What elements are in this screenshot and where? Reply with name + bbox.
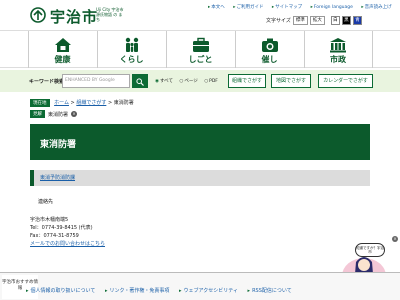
filter-value: 東消防署 <box>48 111 69 118</box>
nav-label-health: 健康 <box>54 55 71 64</box>
nav-label-city-admin: 市政 <box>330 55 346 64</box>
filter-row: 見解 東消防署 × <box>30 110 78 118</box>
nav-item-city-admin[interactable]: 市政 <box>303 31 373 68</box>
nav-item-living[interactable]: くらし <box>96 31 166 68</box>
font-size-standard-button[interactable]: 標準 <box>292 16 308 25</box>
site-logo-subtitle: Uji City 宇治市 源氏物語 の まち <box>96 7 124 22</box>
radio-pdf[interactable]: PDF <box>204 79 218 84</box>
family-icon <box>125 37 138 52</box>
nav-item-events[interactable]: 催し <box>234 31 304 68</box>
mail-inquiry-link[interactable]: メールでのお問い合わせはこちら <box>30 240 105 248</box>
site-logo-text[interactable]: 宇治市 <box>50 6 98 27</box>
search-bar: キーワード検索 ENHANCED BY Google すべて ページ PDF 組… <box>0 70 400 92</box>
address-line: 宇治市木幡南端5 <box>30 217 69 223</box>
skip-to-content-link[interactable]: 本文へ <box>208 5 225 10</box>
breadcrumb-org-link[interactable]: 組織でさがす <box>76 100 106 106</box>
nav-label-events: 催し <box>261 55 278 64</box>
nav-label-living: くらし <box>119 55 144 64</box>
page-title-bar: 東消防署 <box>30 124 370 160</box>
search-icon <box>136 78 144 86</box>
section-subhead-link[interactable]: 東消予防消防課 <box>40 174 75 181</box>
footer-link-copyright[interactable]: リンク・著作権・免責事項 <box>105 288 169 294</box>
mascot-close-icon[interactable]: × <box>392 236 398 242</box>
nav-item-health[interactable]: 健康 <box>27 31 97 68</box>
bg-black-button[interactable]: 黒 <box>341 16 351 25</box>
read-aloud-link[interactable]: 音声読み上げ <box>361 5 391 10</box>
mascot-speech-bubble: 知道ですか？宇治市 <box>355 243 385 257</box>
filter-tag: 見解 <box>30 110 45 118</box>
nav-item-work[interactable]: しごと <box>165 31 235 68</box>
contact-address: 宇治市木幡南端5 Tel：0774-39-8415 (代表) Fax：0774-… <box>30 216 105 248</box>
footer-link-accessibility[interactable]: ウェブアクセシビリティ <box>179 288 238 294</box>
breadcrumb: 現在地 ホーム > 組織でさがす > 東消防署 <box>30 99 134 107</box>
foreign-language-link[interactable]: Foreign language <box>311 5 353 10</box>
keyword-search-label: キーワード検索 <box>29 79 65 85</box>
radio-page[interactable]: ページ <box>179 79 197 84</box>
font-size-large-button[interactable]: 拡大 <box>309 16 325 25</box>
footer-recommend-bar: 宇治市おすすめ情報 個人情報の取り扱いについて リンク・著作権・免責事項 ウェブ… <box>0 272 400 300</box>
radio-all[interactable]: すべて <box>155 79 173 84</box>
fax-line: Fax：0774-31-8759 <box>30 233 79 239</box>
phone-line: Tel：0774-39-8415 (代表) <box>30 225 93 231</box>
font-size-controls: 文字サイズ 標準 拡大 白 黒 青 <box>266 16 362 25</box>
contact-label: 連絡先 <box>38 199 54 205</box>
site-header: 宇治市 Uji City 宇治市 源氏物語 の まち 本文へ ご利用ガイド サイ… <box>0 0 400 30</box>
search-by-organization-button[interactable]: 組織でさがす <box>228 74 266 88</box>
breadcrumb-tag: 現在地 <box>30 99 50 107</box>
page-title: 東消防署 <box>40 140 77 150</box>
filter-remove-icon[interactable]: × <box>71 111 78 117</box>
house-icon <box>54 38 71 52</box>
camera-icon <box>261 38 278 52</box>
footer-link-rss[interactable]: RSS配信について <box>248 288 292 294</box>
briefcase-icon <box>192 37 209 52</box>
usage-guide-link[interactable]: ご利用ガイド <box>233 5 263 10</box>
sitemap-link[interactable]: サイトマップ <box>272 5 302 10</box>
footer-links: 個人情報の取り扱いについて リンク・著作権・免責事項 ウェブアクセシビリティ R… <box>26 287 300 294</box>
top-utility-links: 本文へ ご利用ガイド サイトマップ Foreign language 音声読み上… <box>208 4 399 10</box>
global-navigation: 健康 くらし しごと 催し 市政 <box>0 30 400 68</box>
bg-blue-button[interactable]: 青 <box>352 16 362 25</box>
city-hall-icon <box>330 38 346 53</box>
font-size-label: 文字サイズ <box>266 18 291 24</box>
section-subhead: 東消予防消防課 <box>30 170 370 186</box>
footer-link-privacy[interactable]: 個人情報の取り扱いについて <box>26 288 95 294</box>
breadcrumb-current: 東消防署 <box>113 100 134 106</box>
city-emblem-icon <box>30 7 46 23</box>
keyword-search-input[interactable]: ENHANCED BY Google <box>62 74 130 88</box>
bg-white-button[interactable]: 白 <box>330 16 340 25</box>
search-by-map-button[interactable]: 地図でさがす <box>271 74 311 88</box>
search-scope-radios: すべて ページ PDF <box>155 78 223 84</box>
search-submit-button[interactable] <box>132 74 148 88</box>
search-by-calendar-button[interactable]: カレンダーでさがす <box>318 74 373 88</box>
nav-label-work: しごと <box>188 55 213 64</box>
breadcrumb-home-link[interactable]: ホーム <box>54 100 69 106</box>
